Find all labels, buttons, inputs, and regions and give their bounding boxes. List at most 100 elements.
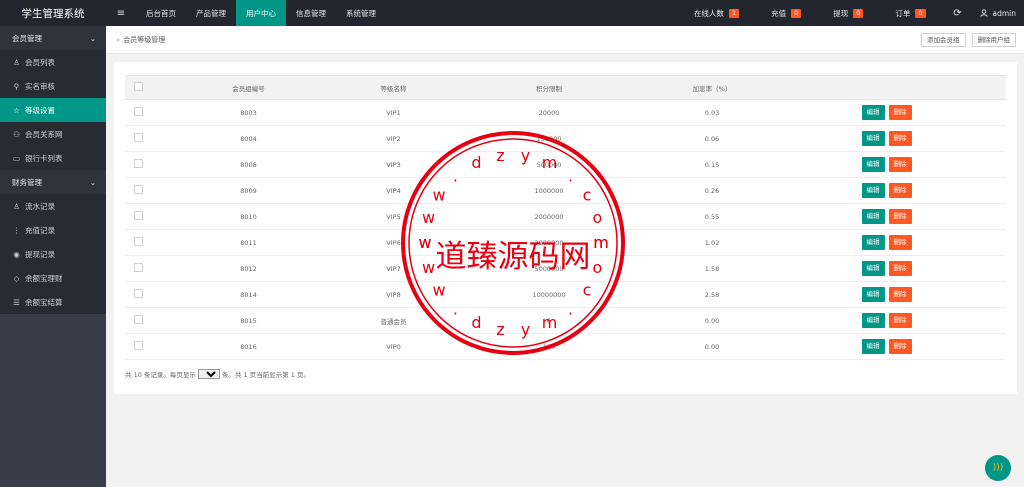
- sidebar-item-network[interactable]: ⚇ 会员关系网: [0, 122, 106, 146]
- sidebar-item-member-list[interactable]: ♙ 会员列表: [0, 50, 106, 74]
- chevron-down-icon: ⌄: [89, 177, 96, 187]
- delete-button[interactable]: 删除: [888, 105, 912, 120]
- delete-button[interactable]: 删除: [888, 131, 912, 146]
- cell-level-name: VIP6: [346, 229, 441, 256]
- select-all-checkbox[interactable]: [133, 82, 143, 91]
- delete-button[interactable]: 删除: [888, 183, 912, 198]
- topnav-info[interactable]: 信息管理: [286, 0, 336, 26]
- delete-button[interactable]: 删除: [888, 261, 912, 276]
- delete-button[interactable]: 删除: [888, 157, 912, 172]
- sidebar-item-yuebao[interactable]: ◇ 余额宝理财: [0, 266, 106, 290]
- withdraw-badge: 0: [853, 8, 864, 18]
- table-row: 8015 普通会员 0 0.00 编辑 删除: [125, 307, 1006, 334]
- cell-interest-rate: 0.00: [657, 333, 767, 360]
- row-checkbox[interactable]: [133, 107, 143, 116]
- delete-button[interactable]: 删除: [888, 313, 912, 328]
- orders-count[interactable]: 订单 0: [881, 0, 943, 26]
- pager-text-after: 条。共 1 页当前显示第 1 页。: [221, 371, 310, 379]
- sidebar-item-verify[interactable]: ⚲ 实名审核: [0, 74, 106, 98]
- cell-group-id: 8016: [151, 333, 346, 360]
- cell-ops: 编辑 删除: [767, 255, 1006, 282]
- row-checkbox[interactable]: [133, 341, 143, 350]
- row-checkbox[interactable]: [133, 211, 143, 220]
- sidebar-group-members[interactable]: 会员管理 ⌄: [0, 26, 106, 50]
- info-icon: ⋮: [12, 225, 21, 235]
- row-checkbox[interactable]: [133, 315, 143, 324]
- row-checkbox[interactable]: [133, 185, 143, 194]
- user-icon: [979, 9, 988, 17]
- edit-button[interactable]: 编辑: [861, 105, 885, 120]
- cell-points-limit: 5000000: [441, 255, 657, 282]
- select-all-cell: [125, 75, 151, 100]
- sidebar-item-level-settings[interactable]: ☆ 等级设置: [0, 98, 106, 122]
- delete-button[interactable]: 删除: [888, 339, 912, 354]
- table-row: 8012 VIP7 5000000 1.58 编辑 删除: [125, 255, 1006, 282]
- diamond-icon: ◇: [13, 273, 20, 283]
- edit-button[interactable]: 编辑: [861, 261, 885, 276]
- cell-ops: 编辑 删除: [767, 177, 1006, 204]
- withdraw-label: 提现: [833, 8, 849, 18]
- edit-button[interactable]: 编辑: [861, 313, 885, 328]
- table-row: 8016 VIP0 100 0.00 编辑 删除: [125, 333, 1006, 360]
- delete-button[interactable]: 删除: [888, 287, 912, 302]
- sidebar-item-label: 实名审核: [25, 81, 55, 91]
- cell-group-id: 8009: [151, 177, 346, 204]
- sidebar-item-withdraw-records[interactable]: ◉ 提现记录: [0, 242, 106, 266]
- edit-button[interactable]: 编辑: [861, 131, 885, 146]
- top-right-menu: 在线人数 1 充值 0 提现 0 订单 0 ⟳ admin: [680, 0, 1024, 26]
- row-checkbox[interactable]: [133, 159, 143, 168]
- add-group-button[interactable]: 添加会员组: [921, 32, 966, 47]
- row-checkbox[interactable]: [133, 237, 143, 246]
- orders-label: 订单: [895, 8, 911, 18]
- recharge-count[interactable]: 充值 0: [757, 0, 819, 26]
- row-checkbox[interactable]: [133, 289, 143, 298]
- cell-level-name: VIP3: [346, 151, 441, 178]
- topnav-system[interactable]: 系统管理: [336, 0, 386, 26]
- edit-button[interactable]: 编辑: [861, 287, 885, 302]
- breadcrumb-bar: » 会员等级管理 添加会员组 删除用户组: [106, 26, 1024, 54]
- sidebar-group-finance[interactable]: 财务管理 ⌄: [0, 170, 106, 194]
- edit-button[interactable]: 编辑: [861, 183, 885, 198]
- sidebar-item-transactions[interactable]: ♙ 流水记录: [0, 194, 106, 218]
- edit-button[interactable]: 编辑: [861, 339, 885, 354]
- sidebar-item-label: 等级设置: [25, 105, 55, 115]
- sidebar-item-bank-cards[interactable]: ▭ 银行卡列表: [0, 146, 106, 170]
- page-size-select[interactable]: 10: [197, 369, 220, 379]
- row-checkbox[interactable]: [133, 133, 143, 142]
- row-select-cell: [125, 255, 151, 282]
- delete-group-button[interactable]: 删除用户组: [971, 32, 1016, 47]
- menu-toggle-icon[interactable]: ≡: [106, 0, 136, 26]
- star-icon: ☆: [13, 105, 20, 115]
- online-count[interactable]: 在线人数 1: [680, 0, 757, 26]
- topnav-user-center[interactable]: 用户中心: [236, 0, 286, 26]
- sidebar-item-label: 提现记录: [25, 249, 55, 259]
- delete-button[interactable]: 删除: [888, 209, 912, 224]
- col-interest-rate: 加息率（%）: [657, 75, 767, 100]
- sidebar-item-label: 充值记录: [25, 225, 55, 235]
- edit-button[interactable]: 编辑: [861, 235, 885, 250]
- row-checkbox[interactable]: [133, 263, 143, 272]
- card-icon: ▭: [12, 153, 21, 163]
- topnav-products[interactable]: 产品管理: [186, 0, 236, 26]
- col-level-name: 等级名称: [346, 75, 441, 100]
- sidebar-item-yuebao-settle[interactable]: ☰ 余额宝结算: [0, 290, 106, 314]
- cell-interest-rate: 0.26: [657, 177, 767, 204]
- cell-points-limit: 0: [441, 307, 657, 334]
- user-menu[interactable]: admin: [972, 0, 1024, 26]
- edit-button[interactable]: 编辑: [861, 209, 885, 224]
- row-select-cell: [125, 333, 151, 360]
- refresh-icon[interactable]: ⟳: [944, 0, 972, 26]
- row-select-cell: [125, 177, 151, 204]
- cell-points-limit: 2000000: [441, 203, 657, 230]
- cell-ops: 编辑 删除: [767, 229, 1006, 256]
- withdraw-count[interactable]: 提现 0: [819, 0, 881, 26]
- sidebar-item-recharge-records[interactable]: ⋮ 充值记录: [0, 218, 106, 242]
- sidebar-item-label: 银行卡列表: [25, 153, 63, 163]
- edit-button[interactable]: 编辑: [861, 157, 885, 172]
- float-chat-button[interactable]: ))): [985, 455, 1011, 481]
- pager-text-before: 共 10 条记录。每页显示: [125, 371, 196, 379]
- table-row: 8004 VIP2 150000 0.06 编辑 删除: [125, 125, 1006, 152]
- table-row: 8009 VIP4 1000000 0.26 编辑 删除: [125, 177, 1006, 204]
- delete-button[interactable]: 删除: [888, 235, 912, 250]
- topnav-home[interactable]: 后台首页: [136, 0, 186, 26]
